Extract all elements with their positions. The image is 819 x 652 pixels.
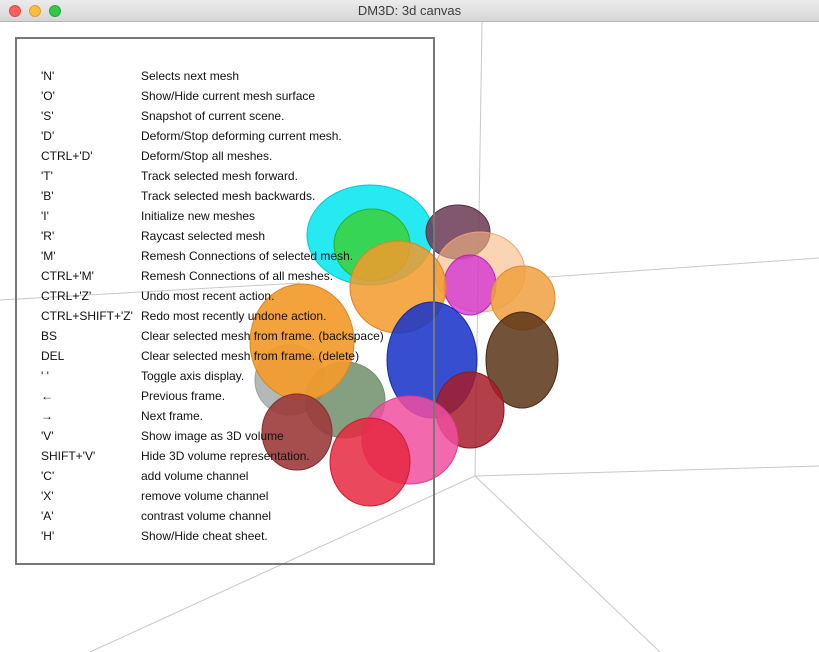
cheat-row: SHIFT+'V' Hide 3D volume representation. [41,449,310,467]
cheat-row: CTRL+'D' Deform/Stop all meshes. [41,149,272,167]
shortcut-key: 'T' [41,169,53,183]
shortcut-key: 'O' [41,89,55,103]
cheat-row: 'T' Track selected mesh forward. [41,169,298,187]
cheat-row: 'S' Snapshot of current scene. [41,109,284,127]
cheat-row: 'M' Remesh Connections of selected mesh. [41,249,353,267]
shortcut-description: add volume channel [141,469,249,483]
cheat-row: 'C' add volume channel [41,469,248,487]
shortcut-key: 'D' [41,129,55,143]
shortcut-description: Remesh Connections of selected mesh. [141,249,354,263]
shortcut-key: ' ' [41,369,49,383]
shortcut-key: 'S' [41,109,54,123]
shortcut-key: 'H' [41,529,55,543]
shortcut-description: Track selected mesh forward. [141,169,298,183]
shortcut-key: DEL [41,349,65,363]
shortcut-key: 'V' [41,429,54,443]
shortcut-description: Show/Hide cheat sheet. [141,529,268,543]
cheat-row: 'R' Raycast selected mesh [41,229,265,247]
cheat-row: CTRL+'M' Remesh Connections of all meshes… [41,269,333,287]
shortcut-key: CTRL+'Z' [41,289,92,303]
cheat-row: ← Previous frame. [41,389,225,407]
right-arrow-icon: → [41,409,53,423]
shortcut-key: CTRL+'D' [41,149,93,163]
shortcut-description: Raycast selected mesh [141,229,266,243]
shortcut-description: remove volume channel [141,489,269,503]
cheat-row: CTRL+SHIFT+'Z' Redo most recently undone … [41,309,326,327]
shortcut-description: Next frame. [141,409,204,423]
cheat-row: 'V' Show image as 3D volume [41,429,284,447]
shortcut-description: contrast volume channel [141,509,272,523]
shortcut-description: Deform/Stop all meshes. [141,149,273,163]
axis-line [474,465,819,477]
shortcut-description: Show image as 3D volume [141,429,284,443]
cheat-row: 'N' Selects next mesh [41,69,239,87]
window-title: DM3D: 3d canvas [357,3,462,18]
shortcut-key: SHIFT+'V' [41,449,96,463]
left-arrow-icon: ← [41,389,53,403]
shortcut-description: Clear selected mesh from frame. (delete) [141,349,360,363]
cheat-row: 'A' contrast volume channel [41,509,271,527]
shortcut-key: 'A' [41,509,54,523]
shortcut-description: Hide 3D volume representation. [141,449,310,463]
axis-line [474,475,661,652]
cheat-row: 'I' Initialize new meshes [41,209,255,227]
shortcut-description: Redo most recently undone action. [141,309,327,323]
shortcut-key: 'R' [41,229,55,243]
shortcut-description: Show/Hide current mesh surface [141,89,316,103]
axis-line [547,257,819,278]
mesh-fill [443,254,497,316]
shortcut-key: 'C' [41,469,55,483]
cheat-row: → Next frame. [41,409,203,427]
cheat-row: 'X' remove volume channel [41,489,268,507]
cheat-row: 'D' Deform/Stop deforming current mesh. [41,129,342,147]
shortcut-key: 'M' [41,249,56,263]
shortcut-description: Selects next mesh [141,69,240,83]
shortcut-description: Previous frame. [141,389,226,403]
cheat-row: BS Clear selected mesh from frame. (backs… [41,329,384,347]
shortcut-key: 'N' [41,69,55,83]
shortcut-key: BS [41,329,58,343]
shortcut-key: 'B' [41,189,54,203]
mesh-magenta[interactable] [443,254,497,316]
shortcut-description: Undo most recent action. [141,289,275,303]
cheat-row: CTRL+'Z' Undo most recent action. [41,289,274,307]
cheat-row: DEL Clear selected mesh from frame. (dele… [41,349,359,367]
cheat-row: ' ' Toggle axis display. [41,369,244,387]
cheat-sheet-panel: 'N' Selects next mesh 'O' Show/Hide curren… [15,37,435,565]
shortcut-key: 'I' [41,209,49,223]
shortcut-description: Snapshot of current scene. [141,109,285,123]
shortcut-description: Initialize new meshes [141,209,256,223]
cheat-row: 'B' Track selected mesh backwards. [41,189,315,207]
shortcut-description: Toggle axis display. [141,369,245,383]
shortcut-description: Deform/Stop deforming current mesh. [141,129,342,143]
cheat-row: 'H' Show/Hide cheat sheet. [41,529,268,547]
shortcut-description: Remesh Connections of all meshes. [141,269,334,283]
shortcut-description: Clear selected mesh from frame. (backspa… [141,329,384,343]
shortcut-key: CTRL+SHIFT+'Z' [41,309,133,323]
title-bar: DM3D: 3d canvas [0,0,819,22]
shortcut-key: CTRL+'M' [41,269,94,283]
cheat-row: 'O' Show/Hide current mesh surface [41,89,315,107]
shortcut-key: 'X' [41,489,54,503]
shortcut-description: Track selected mesh backwards. [141,189,316,203]
